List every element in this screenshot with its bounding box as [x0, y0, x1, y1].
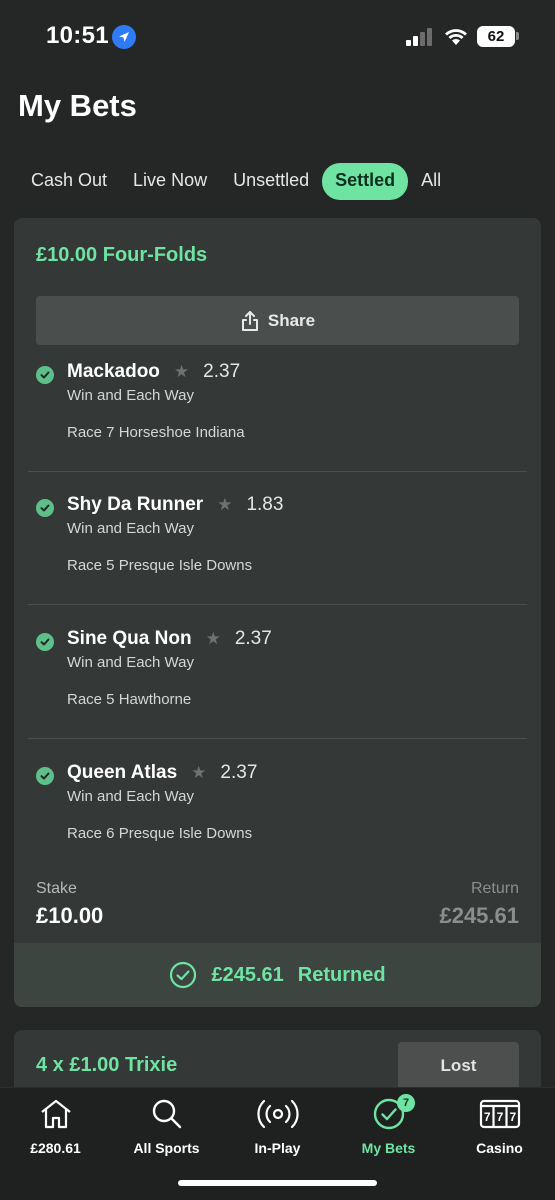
nav-casino[interactable]: 777 Casino [444, 1096, 555, 1166]
battery-tip [516, 32, 519, 40]
svg-text:7: 7 [483, 1110, 490, 1124]
selection-odds: 1.83 [246, 494, 284, 515]
share-button[interactable]: Share [36, 296, 519, 345]
bet-title: £10.00 Four-Folds [36, 244, 208, 266]
check-circle-icon [36, 366, 54, 384]
share-label: Share [267, 310, 316, 330]
returned-label: Returned [297, 963, 386, 986]
check-circle-icon [36, 633, 54, 651]
divider [28, 738, 527, 739]
bet-title: 4 x £1.00 Trixie [36, 1054, 178, 1076]
nav-home[interactable]: £280.61 [0, 1096, 111, 1166]
nav-label-casino: Casino [476, 1140, 523, 1156]
bet-filter-tabs: Cash Out Live Now Unsettled Settled All [18, 163, 454, 200]
my-bets-count-badge: 7 [397, 1094, 415, 1112]
selection-name: Queen Atlas [67, 762, 178, 783]
nav-label-all-sports: All Sports [133, 1140, 200, 1156]
selection-market: Win and Each Way [67, 654, 194, 671]
tab-all[interactable]: All [408, 163, 454, 200]
star-icon[interactable]: ★ [206, 629, 221, 649]
selection-item[interactable]: Mackadoo ★ 2.37 Win and Each Way Race 7 … [28, 352, 527, 486]
status-badge-lost: Lost [398, 1042, 519, 1090]
battery-level: 62 [487, 28, 505, 45]
selection-name: Sine Qua Non [67, 628, 192, 649]
nav-label-in-play: In-Play [254, 1140, 301, 1156]
battery-icon: 62 [477, 26, 515, 47]
returned-amount: £245.61 [211, 963, 284, 986]
nav-label-my-bets: My Bets [361, 1140, 416, 1156]
nav-in-play[interactable]: In-Play [222, 1096, 333, 1166]
divider [28, 471, 527, 472]
selection-race: Race 6 Presque Isle Downs [67, 825, 253, 842]
home-icon [0, 1096, 111, 1132]
selection-item[interactable]: Shy Da Runner ★ 1.83 Win and Each Way Ra… [28, 485, 527, 619]
selection-market: Win and Each Way [67, 387, 194, 404]
star-icon[interactable]: ★ [217, 495, 232, 515]
page-title: My Bets [18, 88, 137, 123]
selection-odds: 2.37 [234, 628, 272, 649]
selection-market: Win and Each Way [67, 520, 194, 537]
returned-status-bar: £245.61 Returned [14, 943, 541, 1007]
check-circle-icon [36, 499, 54, 517]
bet-card: £10.00 Four-Folds Share Mackadoo ★ 2.37 … [14, 218, 541, 1007]
status-bar: 10:51 62 [0, 0, 555, 72]
star-icon[interactable]: ★ [191, 763, 206, 783]
tab-settled[interactable]: Settled [322, 163, 409, 200]
tab-live-now[interactable]: Live Now [120, 163, 220, 200]
check-circle-outline-icon [170, 961, 197, 989]
selection-race: Race 5 Hawthorne [67, 691, 192, 708]
star-icon[interactable]: ★ [174, 362, 189, 382]
status-time: 10:51 [46, 22, 109, 49]
selection-odds: 2.37 [220, 762, 258, 783]
selection-race: Race 5 Presque Isle Downs [67, 557, 253, 574]
selection-item[interactable]: Sine Qua Non ★ 2.37 Win and Each Way Rac… [28, 619, 527, 753]
location-arrow-icon [112, 25, 136, 49]
tab-unsettled[interactable]: Unsettled [220, 163, 322, 200]
selection-odds: 2.37 [203, 361, 241, 382]
stake-value: £10.00 [36, 903, 104, 928]
wifi-icon [443, 26, 469, 46]
selection-item[interactable]: Queen Atlas ★ 2.37 Win and Each Way Race… [28, 753, 527, 887]
nav-my-bets[interactable]: 7 My Bets [333, 1094, 444, 1166]
slot-machine-icon: 777 [444, 1096, 555, 1132]
tab-cash-out[interactable]: Cash Out [18, 163, 120, 200]
home-indicator [178, 1180, 377, 1186]
share-icon [241, 310, 258, 331]
live-icon [222, 1096, 333, 1132]
search-icon [111, 1096, 222, 1132]
svg-text:7: 7 [496, 1110, 503, 1124]
selection-race: Race 7 Horseshoe Indiana [67, 424, 245, 441]
cellular-signal-icon [406, 28, 434, 46]
stake-label: Stake [36, 880, 77, 897]
nav-all-sports[interactable]: All Sports [111, 1096, 222, 1166]
check-circle-icon [36, 767, 54, 785]
svg-text:7: 7 [509, 1110, 516, 1124]
check-circle-icon [333, 1096, 444, 1132]
return-label: Return [470, 880, 519, 897]
nav-label-balance: £280.61 [30, 1140, 81, 1156]
selection-name: Shy Da Runner [67, 494, 204, 515]
return-value: £245.61 [439, 903, 519, 928]
selection-name: Mackadoo [67, 361, 160, 382]
divider [28, 604, 527, 605]
selection-market: Win and Each Way [67, 788, 194, 805]
